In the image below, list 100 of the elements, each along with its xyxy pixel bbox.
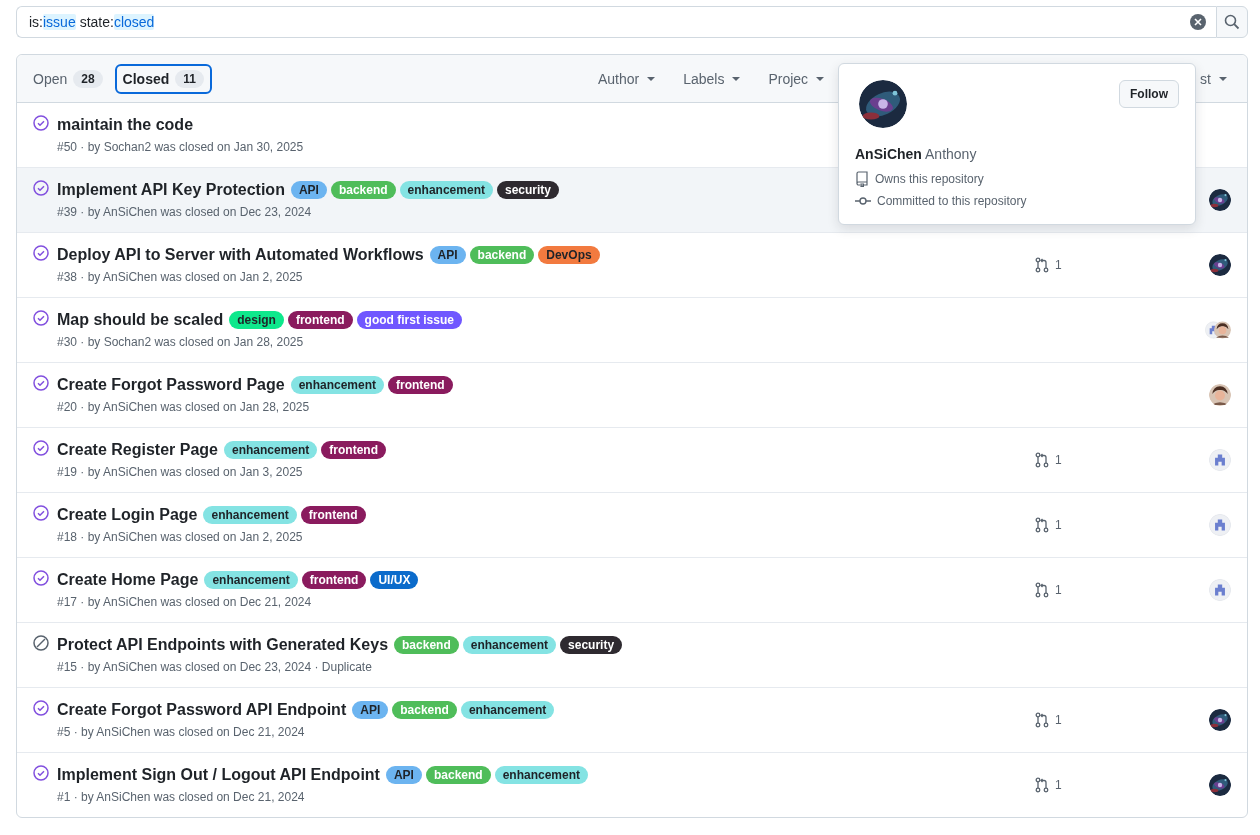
- clear-icon[interactable]: [1190, 14, 1206, 30]
- pull-request-count[interactable]: 1: [1055, 713, 1062, 727]
- pull-request-icon: [1035, 517, 1049, 533]
- issue-label[interactable]: API: [429, 246, 466, 264]
- filter-dropdown[interactable]: Projec: [760, 66, 833, 91]
- search-button[interactable]: [1216, 6, 1248, 38]
- pull-request-count[interactable]: 1: [1055, 778, 1062, 792]
- issue-label[interactable]: API: [290, 181, 327, 199]
- avatar[interactable]: [1209, 189, 1231, 211]
- issue-title[interactable]: Create Register Page: [57, 441, 218, 459]
- issue-label[interactable]: enhancement: [290, 376, 384, 394]
- issue-row[interactable]: Implement Sign Out / Logout API Endpoint API backend enhancement #1 · by AnSiChen was closed on Dec 21, 2024 1: [17, 753, 1247, 817]
- issue-label[interactable]: design: [229, 311, 284, 329]
- closed-issue-icon: [33, 375, 49, 391]
- pull-request-icon: [1035, 257, 1049, 273]
- issue-title[interactable]: Create Home Page: [57, 571, 199, 589]
- pull-request-count[interactable]: 1: [1055, 453, 1062, 467]
- closed-issue-icon: [33, 700, 49, 716]
- closed-issue-icon: [33, 115, 49, 131]
- state-tab[interactable]: Closed 11: [114, 63, 212, 94]
- query-value: closed: [113, 14, 155, 30]
- issue-row[interactable]: Protect API Endpoints with Generated Keys backend enhancement security #15 · by AnSiChen was closed on Dec 23, 2024 · Duplicate: [17, 623, 1247, 688]
- closed-issue-icon: [33, 570, 49, 586]
- avatar[interactable]: [1209, 774, 1231, 796]
- hovercard-text: Committed to this repository: [877, 194, 1027, 208]
- issue-meta: #20 · by AnSiChen was closed on Jan 28, 2025: [57, 400, 310, 414]
- issue-label[interactable]: DevOps: [538, 246, 600, 264]
- closed-issue-icon: [33, 310, 49, 326]
- user-name[interactable]: AnSiChen Anthony: [855, 146, 1179, 162]
- search-icon: [1224, 14, 1240, 30]
- issue-title[interactable]: Deploy API to Server with Automated Workflows: [57, 246, 424, 264]
- closed-issue-icon: [33, 245, 49, 261]
- issue-title[interactable]: maintain the code: [57, 116, 194, 134]
- closed-issue-icon: [33, 440, 49, 456]
- pull-request-count[interactable]: 1: [1055, 583, 1062, 597]
- pull-request-icon: [1035, 777, 1049, 793]
- issue-label[interactable]: frontend: [287, 311, 353, 329]
- caret-icon: [647, 76, 656, 81]
- issue-row[interactable]: Deploy API to Server with Automated Workflows API backend DevOps #38 · by AnSiChen was closed on Jan 2, 2025 1: [17, 233, 1247, 298]
- avatar[interactable]: [859, 80, 907, 128]
- issue-label[interactable]: enhancement: [494, 766, 588, 784]
- caret-icon: [1219, 76, 1227, 81]
- issue-row[interactable]: Create Home Page enhancement frontend UI/UX #17 · by AnSiChen was closed on Dec 21, 2024 1: [17, 558, 1247, 623]
- issue-row[interactable]: Create Forgot Password Page enhancement frontend #20 · by AnSiChen was closed on Jan 28, 2025: [17, 363, 1247, 428]
- issue-label[interactable]: frontend: [388, 376, 453, 394]
- issue-label[interactable]: good first issue: [356, 311, 462, 329]
- issue-label[interactable]: UI/UX: [370, 571, 419, 589]
- pull-request-icon: [1035, 582, 1049, 598]
- issue-row[interactable]: Map should be scaled design frontend good first issue #30 · by Sochan2 was closed on Jan 28, 2025: [17, 298, 1247, 363]
- issue-row[interactable]: Create Register Page enhancement frontend #19 · by AnSiChen was closed on Jan 3, 2025 1: [17, 428, 1247, 493]
- issue-label[interactable]: security: [496, 181, 559, 199]
- issue-label[interactable]: frontend: [301, 571, 367, 589]
- issue-label[interactable]: enhancement: [204, 571, 298, 589]
- filter-dropdown[interactable]: Author: [589, 66, 664, 91]
- query-qualifier: state:: [79, 14, 114, 30]
- filter-dropdown[interactable]: Labels: [675, 66, 749, 91]
- issue-title[interactable]: Create Login Page: [57, 506, 198, 524]
- issue-title[interactable]: Create Forgot Password API Endpoint: [57, 701, 347, 719]
- issue-label[interactable]: enhancement: [223, 441, 318, 459]
- issue-row[interactable]: Create Forgot Password API Endpoint API backend enhancement #5 · by AnSiChen was closed on Dec 21, 2024 1: [17, 688, 1247, 753]
- issue-label[interactable]: enhancement: [460, 701, 555, 719]
- issue-title[interactable]: Create Forgot Password Page: [57, 376, 285, 394]
- pull-request-count[interactable]: 1: [1055, 258, 1062, 272]
- issue-row[interactable]: Create Login Page enhancement frontend #18 · by AnSiChen was closed on Jan 2, 2025 1: [17, 493, 1247, 558]
- query-qualifier: is:: [29, 14, 43, 30]
- issue-meta: #15 · by AnSiChen was closed on Dec 23, 2024 · Duplicate: [57, 660, 372, 674]
- pull-request-icon: [1035, 712, 1049, 728]
- pull-request-icon: [1035, 452, 1049, 468]
- caret-icon: [732, 76, 741, 81]
- issue-label[interactable]: API: [385, 766, 422, 784]
- pull-request-count[interactable]: 1: [1055, 518, 1062, 532]
- issue-title[interactable]: Implement API Key Protection: [57, 181, 285, 199]
- issue-label[interactable]: enhancement: [203, 506, 297, 524]
- avatar[interactable]: [1209, 254, 1231, 276]
- state-tab[interactable]: Open 28: [25, 63, 111, 94]
- issue-meta: #17 · by AnSiChen was closed on Dec 21, 2024: [57, 595, 312, 609]
- avatar[interactable]: [1214, 319, 1231, 341]
- issue-label[interactable]: enhancement: [462, 636, 557, 654]
- issue-meta: #39 · by AnSiChen was closed on Dec 23, 2024: [57, 205, 312, 219]
- issue-label[interactable]: enhancement: [399, 181, 493, 199]
- issue-label[interactable]: API: [352, 701, 389, 719]
- closed-issue-icon: [33, 180, 49, 196]
- issue-label[interactable]: security: [560, 636, 623, 654]
- closed-issue-icon: [33, 765, 49, 781]
- issue-meta: #5 · by AnSiChen was closed on Dec 21, 2024: [57, 725, 305, 739]
- closed-issue-icon: [33, 505, 49, 521]
- issue-meta: #38 · by AnSiChen was closed on Jan 2, 2025: [57, 270, 303, 284]
- issue-meta: #19 · by AnSiChen was closed on Jan 3, 2025: [57, 465, 303, 479]
- avatar[interactable]: [1209, 384, 1231, 406]
- avatar[interactable]: [1209, 709, 1231, 731]
- search-field[interactable]: is:issue state:closed: [16, 6, 1216, 38]
- issue-label[interactable]: frontend: [321, 441, 386, 459]
- sort-dropdown[interactable]: st: [1192, 66, 1235, 91]
- issue-label[interactable]: frontend: [300, 506, 366, 524]
- issue-title[interactable]: Map should be scaled: [57, 311, 224, 329]
- follow-button[interactable]: Follow: [1119, 80, 1179, 108]
- issue-title[interactable]: Implement Sign Out / Logout API Endpoint: [57, 766, 380, 784]
- issue-meta: #50 · by Sochan2 was closed on Jan 30, 2025: [57, 140, 304, 154]
- issue-title[interactable]: Protect API Endpoints with Generated Keys: [57, 636, 389, 654]
- issue-meta: #1 · by AnSiChen was closed on Dec 21, 2024: [57, 790, 305, 804]
